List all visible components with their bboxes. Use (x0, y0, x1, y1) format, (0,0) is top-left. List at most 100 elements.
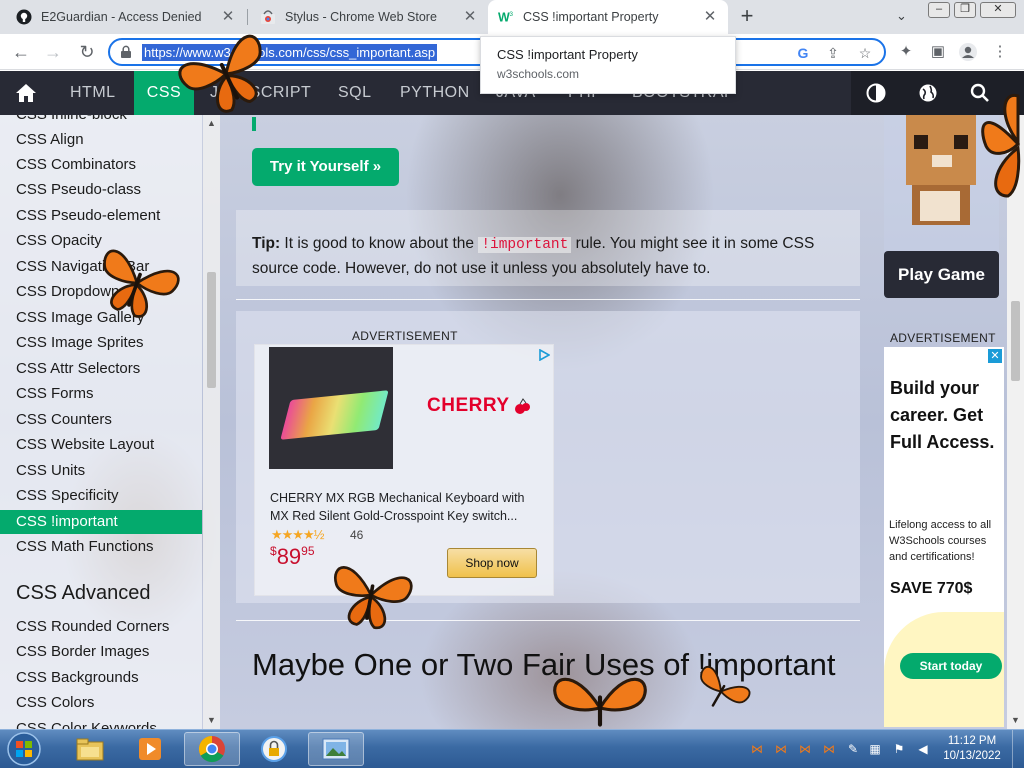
back-arrow-icon[interactable]: ← (10, 41, 32, 63)
close-tab-icon[interactable]: ✕ (462, 9, 478, 25)
play-game-button[interactable]: Play Game (884, 251, 999, 298)
tab-css-important[interactable]: W3 CSS !important Property ✕ (488, 0, 728, 34)
globe-icon[interactable] (917, 82, 939, 104)
sidebar-item-pseudo-class[interactable]: CSS Pseudo-class (16, 181, 141, 198)
w3schools-ad[interactable]: ✕ Build your career. Get Full Access. Li… (884, 347, 1004, 727)
sidebar-item-inline-block[interactable]: CSS Inline-block (16, 115, 127, 123)
media-player-icon[interactable] (122, 732, 178, 766)
keyboard-product-image[interactable] (269, 347, 393, 469)
scroll-down-arrow-icon[interactable]: ▼ (1011, 715, 1020, 725)
butterfly-icon (178, 34, 262, 113)
sidebar-item-counters[interactable]: CSS Counters (16, 411, 112, 428)
tip-text-before: It is good to know about the (280, 235, 479, 252)
sidebar-scrollbar[interactable] (203, 115, 220, 729)
ad-savings: SAVE 770$ (890, 580, 973, 597)
shop-now-button[interactable]: Shop now (447, 548, 537, 578)
ad-product-title[interactable]: CHERRY MX RGB Mechanical Keyboard with M… (270, 489, 542, 525)
profile-avatar-icon[interactable] (958, 42, 978, 62)
tab-search-chevron-icon[interactable]: ⌄ (896, 8, 907, 24)
price-currency: $ (270, 544, 277, 558)
ad-close-icon[interactable]: ✕ (988, 349, 1002, 363)
show-desktop-button[interactable] (1012, 730, 1024, 768)
sidebar-item-math-functions[interactable]: CSS Math Functions (16, 538, 154, 555)
volume-icon[interactable]: ◀ (916, 742, 930, 756)
network-icon[interactable]: ▦ (868, 742, 882, 756)
butterfly-tray-icon[interactable]: ⋈ (822, 742, 836, 756)
extensions-puzzle-icon[interactable]: ✦ (896, 42, 916, 62)
start-today-button[interactable]: Start today (900, 653, 1002, 679)
menu-kebab-icon[interactable]: ⋮ (990, 42, 1010, 62)
sidebar-item-border-images[interactable]: CSS Border Images (16, 643, 149, 660)
close-tab-icon[interactable]: ✕ (220, 9, 236, 25)
page-scrollbar[interactable] (1007, 115, 1024, 729)
action-center-flag-icon[interactable]: ⚑ (892, 742, 906, 756)
sidebar-item-important[interactable]: CSS !important (0, 510, 202, 534)
sidebar-item-forms[interactable]: CSS Forms (16, 385, 94, 402)
page-scrollbar-thumb[interactable] (1011, 301, 1020, 381)
keyboard-rgb-glow (280, 390, 389, 440)
sidebar-item-rounded-corners[interactable]: CSS Rounded Corners (16, 618, 169, 635)
windows-start-icon[interactable] (4, 731, 44, 767)
tab-stylus[interactable]: Stylus - Chrome Web Store ✕ (250, 0, 488, 34)
share-icon[interactable]: ⇪ (824, 44, 842, 62)
sidebar-item-align[interactable]: CSS Align (16, 131, 84, 148)
sidebar-item-opacity[interactable]: CSS Opacity (16, 232, 102, 249)
butterfly-icon (334, 566, 413, 629)
lock-icon[interactable] (119, 45, 133, 59)
sidebar-item-attr-selectors[interactable]: CSS Attr Selectors (16, 360, 140, 377)
tab-title: CSS !important Property (523, 10, 659, 24)
scroll-down-arrow-icon[interactable]: ▼ (207, 715, 216, 725)
taskbar-clock[interactable]: 11:12 PM 10/13/2022 (940, 734, 1004, 764)
side-panel-icon[interactable]: ▣ (928, 42, 948, 62)
sidebar-item-specificity[interactable]: CSS Specificity (16, 487, 119, 504)
nav-html[interactable]: HTML (70, 71, 116, 115)
tip-label: Tip: (252, 235, 281, 252)
sidebar-item-color-keywords[interactable]: CSS Color Keywords (16, 720, 157, 729)
sidebar-item-backgrounds[interactable]: CSS Backgrounds (16, 669, 139, 686)
sidebar-item-pseudo-element[interactable]: CSS Pseudo-element (16, 207, 160, 224)
home-icon[interactable] (0, 71, 52, 115)
dark-mode-icon[interactable] (865, 82, 887, 104)
minimize-icon[interactable]: – (928, 2, 950, 18)
photo-viewer-icon[interactable] (308, 732, 364, 766)
new-tab-button[interactable]: + (736, 5, 758, 28)
price-whole: 89 (276, 544, 302, 569)
tip-text: Tip: It is good to know about the !impor… (252, 232, 852, 281)
chrome-webstore-icon (260, 9, 276, 25)
butterfly-tray-icon[interactable]: ⋈ (798, 742, 812, 756)
chrome-taskbar-icon[interactable] (184, 732, 240, 766)
windows-taskbar: ⋈ ⋈ ⋈ ⋈ ✎ ▦ ⚑ ◀ 11:12 PM 10/13/2022 (0, 729, 1024, 768)
svg-text:3: 3 (510, 11, 514, 18)
sidebar-scrollbar-thumb[interactable] (207, 272, 216, 388)
window-close-icon[interactable]: ✕ (980, 2, 1016, 18)
forward-arrow-icon[interactable]: → (42, 41, 64, 63)
restore-icon[interactable]: ❐ (954, 2, 976, 18)
ad-price: $8995 (270, 544, 315, 570)
sidebar-item-website-layout[interactable]: CSS Website Layout (16, 436, 154, 453)
butterfly-icon (700, 666, 751, 707)
reload-icon[interactable]: ↻ (76, 41, 98, 63)
tray-tool-icon[interactable]: ✎ (846, 742, 860, 756)
nav-python[interactable]: PYTHON (400, 71, 470, 115)
tooltip-domain: w3schools.com (497, 67, 580, 81)
price-cents: 95 (301, 544, 315, 558)
sidebar-item-combinators[interactable]: CSS Combinators (16, 156, 136, 173)
try-it-yourself-button[interactable]: Try it Yourself » (252, 148, 399, 186)
file-explorer-icon[interactable] (62, 732, 118, 766)
security-lock-app-icon[interactable] (246, 732, 302, 766)
left-sidebar: CSS Inline-block CSS Align CSS Combinato… (0, 115, 202, 729)
bookmark-star-icon[interactable]: ☆ (856, 44, 874, 62)
sidebar-item-units[interactable]: CSS Units (16, 462, 85, 479)
butterfly-tray-icon[interactable]: ⋈ (774, 742, 788, 756)
close-tab-icon[interactable]: ✕ (702, 9, 718, 25)
sidebar-item-colors[interactable]: CSS Colors (16, 694, 94, 711)
github-icon (16, 9, 32, 25)
butterfly-tray-icon[interactable]: ⋈ (750, 742, 764, 756)
cherry-logo[interactable]: CHERRY (427, 395, 510, 417)
adchoices-icon[interactable] (538, 349, 550, 361)
butterfly-icon (981, 93, 1021, 198)
nav-sql[interactable]: SQL (338, 71, 372, 115)
google-lens-icon[interactable]: G (794, 44, 812, 62)
tip-code: !important (478, 237, 572, 253)
advertisement-label: ADVERTISEMENT (890, 331, 996, 345)
